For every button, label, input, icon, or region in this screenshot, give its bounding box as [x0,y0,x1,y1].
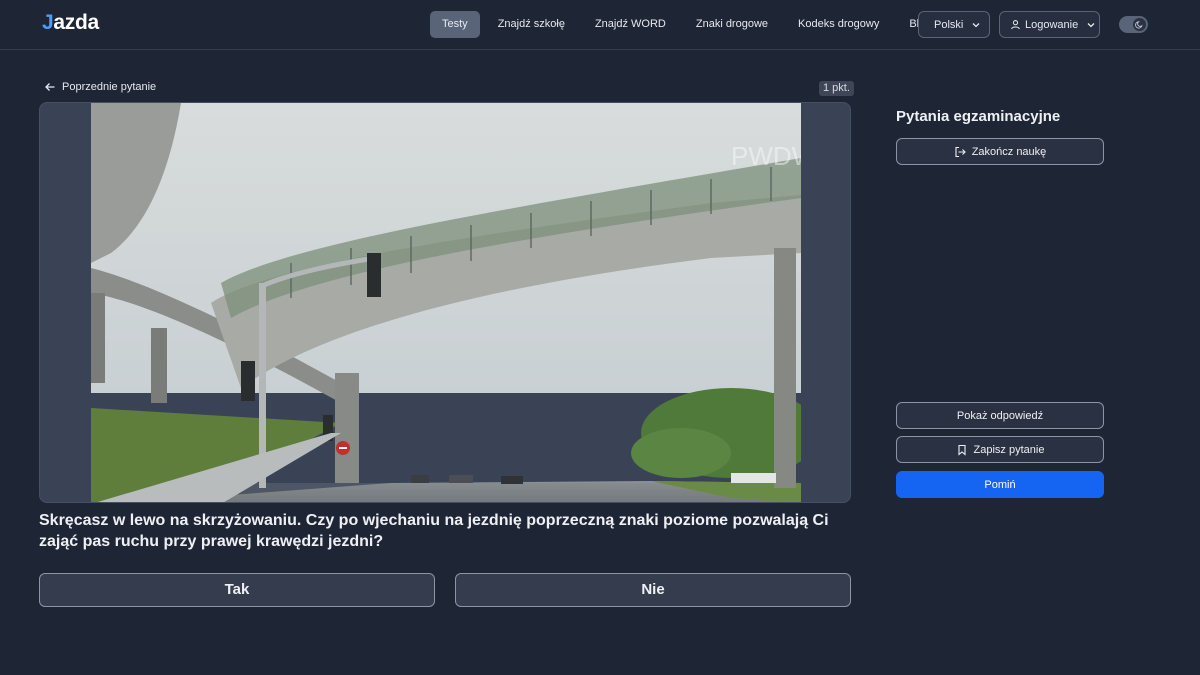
toggle-knob [1133,18,1146,31]
logo-text: azda [53,11,99,34]
main-nav: Testy Znajdź szkołę Znajdź WORD Znaki dr… [430,11,943,38]
previous-question-link[interactable]: Poprzednie pytanie [44,81,156,93]
save-question-button[interactable]: Zapisz pytanie [896,436,1104,463]
nav-find-word[interactable]: Znajdź WORD [583,11,678,38]
moon-icon [1135,21,1143,29]
previous-question-label: Poprzednie pytanie [62,81,157,93]
nav-find-school[interactable]: Znajdź szkołę [486,11,577,38]
nav-traffic-code[interactable]: Kodeks drogowy [786,11,891,38]
show-answer-label: Pokaż odpowiedź [956,409,1044,422]
answer-no-button[interactable]: Nie [455,573,851,607]
logo[interactable]: Jazda [42,11,99,35]
language-label: Polski [934,18,964,31]
answer-yes-button[interactable]: Tak [39,573,435,607]
bookmark-icon [957,444,966,456]
nav-road-signs[interactable]: Znaki drogowe [684,11,780,38]
chevron-down-icon [972,22,980,27]
logo-letter: J [42,11,54,34]
question-media: PWDW [39,102,851,503]
skip-button[interactable]: Pomiń [896,471,1104,498]
arrow-left-icon [45,83,55,91]
show-answer-button[interactable]: Pokaż odpowiedź [896,402,1104,429]
login-label: Logowanie [1025,18,1079,31]
exit-icon [955,146,966,157]
language-select[interactable]: Polski [918,11,990,38]
save-question-label: Zapisz pytanie [973,443,1045,456]
question-text: Skręcasz w lewo na skrzyżowaniu. Czy po … [39,512,829,550]
finish-learning-button[interactable]: Zakończ naukę [896,138,1104,165]
top-navbar: Jazda Testy Znajdź szkołę Znajdź WORD Zn… [0,0,1200,50]
finish-learning-label: Zakończ naukę [971,145,1047,158]
road-intersection-photo: PWDW [91,103,801,502]
sidebar-title: Pytania egzaminacyjne [896,108,1061,125]
theme-toggle[interactable] [1119,16,1148,33]
nav-tests[interactable]: Testy [430,11,480,38]
watermark: PWDW [731,141,801,171]
login-button[interactable]: Logowanie [999,11,1100,38]
chevron-down-icon [1087,22,1095,27]
skip-label: Pomiń [984,478,1016,491]
points-badge: 1 pkt. [819,81,854,96]
user-icon [1011,20,1020,30]
